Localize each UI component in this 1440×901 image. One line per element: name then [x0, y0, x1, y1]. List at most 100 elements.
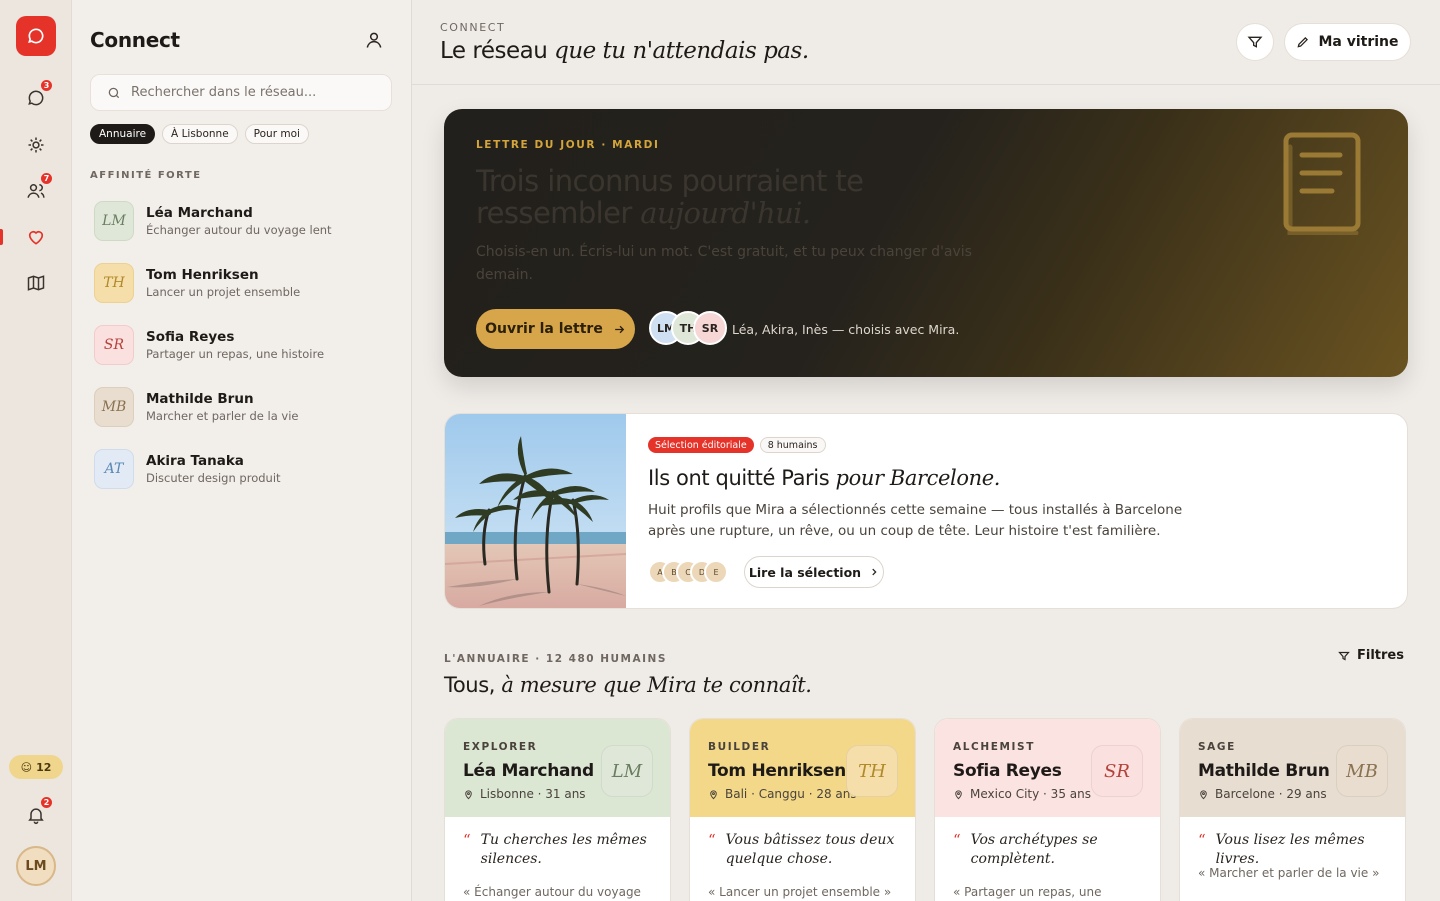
filter-button[interactable] [1236, 23, 1274, 61]
card-quote: “ Vous bâtissez tous deux quelque chose. [708, 831, 903, 869]
letter-kicker: LETTRE DU JOUR · MARDI [476, 139, 660, 151]
card-location: Bali · Canggu · 28 ans [708, 787, 857, 801]
avatar: SR [1091, 745, 1143, 797]
card-location: Mexico City · 35 ans [953, 787, 1091, 801]
location-text: Barcelone · 29 ans [1215, 787, 1327, 801]
letter-description: Choisis-en un. Écris-lui un mot. C'est g… [476, 244, 972, 283]
pin-icon [710, 789, 717, 799]
bell-icon[interactable]: 2 [24, 795, 54, 827]
chip-pour-moi[interactable]: Pour moi [244, 124, 309, 144]
chip-annuaire[interactable]: Annuaire [90, 124, 156, 144]
coins-count: 12 [36, 760, 52, 774]
active-indicator [0, 229, 3, 245]
card-quote: “ Tu cherches les mêmes silences. [463, 831, 658, 869]
avatar: SR [693, 311, 727, 345]
profile-card[interactable]: SAGE Mathilde Brun Barcelone · 29 ans MB… [1179, 718, 1406, 901]
search-input[interactable] [131, 85, 371, 100]
filters-button[interactable]: Filtres [1338, 648, 1404, 663]
avatar: MB [94, 387, 134, 427]
page-title: Le réseau que tu n'attendais pas. [440, 38, 809, 64]
filter-icon [1338, 651, 1350, 660]
profile-icon[interactable] [364, 30, 384, 50]
profile-card[interactable]: ALCHEMIST Sofia Reyes Mexico City · 35 a… [934, 718, 1161, 901]
person-name: Sofia Reyes [146, 329, 235, 345]
profile-card[interactable]: BUILDER Tom Henriksen Bali · Canggu · 28… [689, 718, 916, 901]
pencil-icon [1297, 37, 1309, 48]
card-intent: « Lancer un projet ensemble » [708, 885, 892, 899]
card-name: Tom Henriksen [708, 761, 846, 781]
pin-icon [1200, 789, 1207, 799]
editorial-title-plain: Ils ont quitté Paris [648, 466, 830, 490]
filters-label: Filtres [1357, 648, 1404, 663]
list-item[interactable]: AT Akira Tanaka Discuter design produit [94, 447, 394, 491]
person-intent: Lancer un projet ensemble [146, 285, 301, 299]
sidebar-title: Connect [90, 28, 180, 52]
main-content: CONNECT Le réseau que tu n'attendais pas… [412, 0, 1440, 901]
quote-text: Tu cherches les mêmes silences. [480, 832, 647, 867]
avatar: E [704, 560, 728, 584]
avatar: AT [94, 449, 134, 489]
chevron-right-icon [872, 568, 877, 576]
card-intent: « Marcher et parler de la vie » [1198, 866, 1380, 880]
vitrine-button[interactable]: Ma vitrine [1284, 23, 1411, 61]
person-intent: Marcher et parler de la vie [146, 409, 299, 423]
arrow-right-icon [615, 325, 625, 333]
quote-text: Vous lisez les mêmes livres. [1215, 832, 1365, 867]
quote-text: Vous bâtissez tous deux quelque chose. [725, 832, 895, 867]
barcelona-beach-image [445, 414, 626, 608]
search-box[interactable] [90, 74, 392, 111]
title-plain: Le réseau [440, 38, 548, 64]
vitrine-label: Ma vitrine [1318, 34, 1399, 50]
section-label: AFFINITÉ FORTE [90, 170, 202, 181]
person-intent: Échanger autour du voyage lent [146, 223, 332, 237]
connect-sidebar: Connect Annuaire À Lisbonne Pour moi AFF… [72, 0, 412, 901]
card-name: Mathilde Brun [1198, 761, 1330, 781]
people-icon[interactable]: 7 [24, 171, 54, 203]
app-logo-icon[interactable] [16, 16, 56, 56]
list-item[interactable]: MB Mathilde Brun Marcher et parler de la … [94, 385, 394, 429]
list-item[interactable]: TH Tom Henriksen Lancer un projet ensembl… [94, 261, 394, 305]
avatar: TH [94, 263, 134, 303]
list-item[interactable]: LM Léa Marchand Échanger autour du voyage… [94, 199, 394, 243]
read-selection-button[interactable]: Lire la sélection [744, 556, 884, 588]
count-tag: 8 humains [759, 437, 826, 453]
editorial-selection-card[interactable]: Sélection éditoriale 8 humains Ils ont q… [444, 413, 1408, 609]
coin-icon: ☺ [20, 760, 33, 774]
open-letter-button[interactable]: Ouvrir la lettre [476, 309, 635, 349]
profile-card[interactable]: EXPLORER Léa Marchand Lisbonne · 31 ans … [444, 718, 671, 901]
quote-icon: “ [1198, 831, 1206, 849]
heart-icon[interactable] [24, 225, 48, 249]
card-quote: “ Vous lisez les mêmes livres. [1198, 831, 1393, 869]
document-icon [1283, 132, 1361, 235]
letter-title: Trois inconnus pourraient te ressembler … [476, 165, 996, 229]
notifications-badge: 2 [39, 795, 54, 810]
person-intent: Partager un repas, une histoire [146, 347, 325, 361]
chip-lisbonne[interactable]: À Lisbonne [162, 124, 238, 144]
card-quote: “ Vos archétypes se complètent. [953, 831, 1148, 869]
chosen-text: Léa, Akira, Inès — choisis avec Mira. [732, 322, 960, 337]
messages-icon[interactable]: 3 [24, 78, 54, 110]
location-text: Lisbonne · 31 ans [480, 787, 586, 801]
open-letter-label: Ouvrir la lettre [485, 321, 603, 337]
filter-icon [1247, 36, 1263, 48]
editorial-description: Huit profils que Mira a sélectionnés cet… [648, 502, 1183, 539]
list-item[interactable]: SR Sofia Reyes Partager un repas, une his… [94, 323, 394, 367]
mini-avatar-stack: A B C D E [648, 560, 728, 584]
card-name: Léa Marchand [463, 761, 594, 781]
archetype-label: BUILDER [708, 741, 771, 753]
archetype-label: ALCHEMIST [953, 741, 1035, 753]
user-avatar[interactable]: LM [16, 846, 56, 886]
letter-title-italic: aujourd'hui. [640, 196, 811, 230]
location-text: Bali · Canggu · 28 ans [725, 787, 857, 801]
coins-pill[interactable]: ☺ 12 [9, 755, 63, 779]
person-name: Léa Marchand [146, 205, 253, 221]
avatar: MB [1336, 745, 1388, 797]
people-badge: 7 [39, 171, 54, 186]
map-icon[interactable] [24, 271, 48, 295]
pin-icon [955, 789, 962, 799]
person-name: Akira Tanaka [146, 453, 244, 469]
sparkle-icon[interactable] [24, 133, 48, 157]
editorial-title-italic: pour Barcelone. [835, 466, 1001, 490]
read-selection-label: Lire la sélection [748, 564, 862, 580]
location-text: Mexico City · 35 ans [970, 787, 1091, 801]
